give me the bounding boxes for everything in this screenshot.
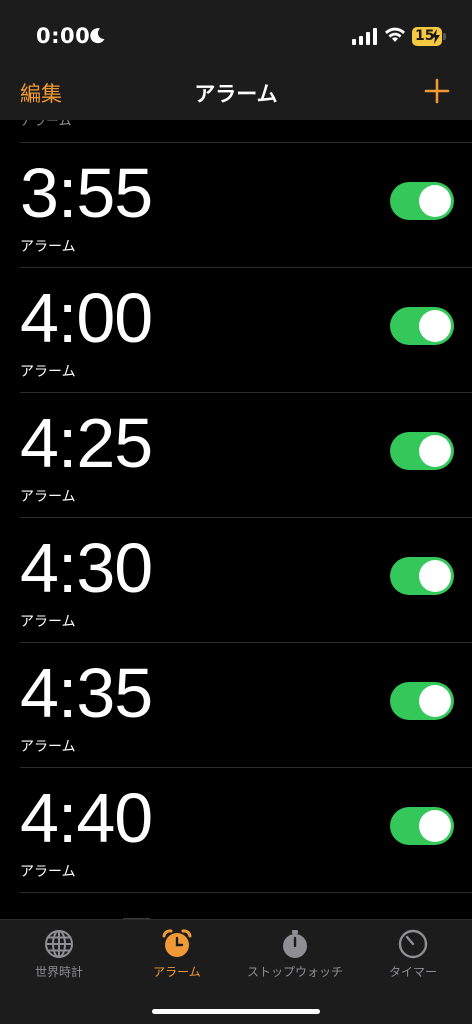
alarm-time: 4:30 bbox=[20, 529, 153, 607]
alarm-row[interactable]: 4:00 アラーム bbox=[20, 267, 472, 393]
toggle-knob bbox=[419, 560, 451, 592]
status-time: 0:00 bbox=[36, 24, 91, 48]
alarm-list[interactable]: アラーム 3:55 アラーム 4:00 アラーム 4:25 アラーム 4:30 … bbox=[0, 120, 472, 920]
edit-button[interactable]: 編集 bbox=[20, 78, 62, 108]
alarm-row[interactable]: 4:40 アラーム bbox=[20, 767, 472, 893]
tab-label: アラーム bbox=[153, 965, 201, 979]
alarm-time: 4:40 bbox=[20, 779, 153, 857]
home-indicator[interactable] bbox=[152, 1009, 320, 1014]
alarm-toggle[interactable] bbox=[390, 307, 454, 345]
alarm-toggle[interactable] bbox=[390, 682, 454, 720]
toggle-knob bbox=[419, 435, 451, 467]
alarm-toggle[interactable] bbox=[390, 432, 454, 470]
charging-bolt-icon bbox=[431, 29, 440, 44]
tab-stopwatch[interactable]: ストップウォッチ bbox=[236, 928, 354, 980]
alarm-time: 4:25 bbox=[20, 404, 153, 482]
page-title: アラーム bbox=[194, 82, 278, 106]
alarm-row[interactable]: 4:30 アラーム bbox=[20, 517, 472, 643]
tab-world-clock[interactable]: 世界時計 bbox=[0, 928, 118, 980]
alarm-label: アラーム bbox=[20, 239, 76, 255]
tab-label: ストップウォッチ bbox=[246, 965, 343, 979]
alarm-label: アラーム bbox=[20, 614, 76, 630]
tab-bar: 世界時計 アラーム ストップウォッチ タイマー bbox=[0, 919, 472, 1024]
alarm-row-partial[interactable]: 4:45 bbox=[20, 892, 472, 920]
status-bar: 0:00 15 bbox=[0, 0, 472, 72]
partial-alarm-label: アラーム bbox=[20, 120, 72, 129]
toggle-knob bbox=[419, 685, 451, 717]
alarm-row[interactable]: 4:35 アラーム bbox=[20, 642, 472, 768]
moon-icon bbox=[90, 28, 105, 44]
tab-label: 世界時計 bbox=[34, 965, 83, 979]
alarm-label: アラーム bbox=[20, 864, 76, 880]
alarm-toggle[interactable] bbox=[390, 182, 454, 220]
alarm-time: 3:55 bbox=[20, 154, 153, 232]
stopwatch-icon bbox=[283, 930, 307, 958]
toggle-knob bbox=[419, 185, 451, 217]
cellular-signal-icon bbox=[352, 28, 377, 45]
toggle-knob bbox=[419, 810, 451, 842]
toggle-knob bbox=[419, 310, 451, 342]
add-alarm-button[interactable] bbox=[424, 78, 450, 104]
alarm-time: 4:00 bbox=[20, 279, 153, 357]
alarm-time: 4:35 bbox=[20, 654, 153, 732]
alarm-time: 4:45 bbox=[20, 903, 156, 920]
globe-icon bbox=[45, 930, 73, 958]
alarm-clock-icon bbox=[162, 929, 192, 957]
nav-bar: 編集 アラーム bbox=[0, 72, 472, 120]
alarm-row[interactable]: 4:25 アラーム bbox=[20, 392, 472, 518]
alarm-toggle[interactable] bbox=[390, 557, 454, 595]
timer-icon bbox=[398, 929, 428, 959]
alarm-toggle[interactable] bbox=[390, 807, 454, 845]
tab-label: タイマー bbox=[388, 965, 437, 979]
alarm-label: アラーム bbox=[20, 364, 76, 380]
tab-alarm[interactable]: アラーム bbox=[118, 928, 236, 980]
alarm-label: アラーム bbox=[20, 489, 76, 505]
alarm-row[interactable]: 3:55 アラーム bbox=[20, 142, 472, 268]
tab-timer[interactable]: タイマー bbox=[354, 928, 472, 980]
wifi-icon bbox=[385, 27, 405, 42]
alarm-label: アラーム bbox=[20, 739, 76, 755]
battery-nub bbox=[443, 33, 446, 40]
